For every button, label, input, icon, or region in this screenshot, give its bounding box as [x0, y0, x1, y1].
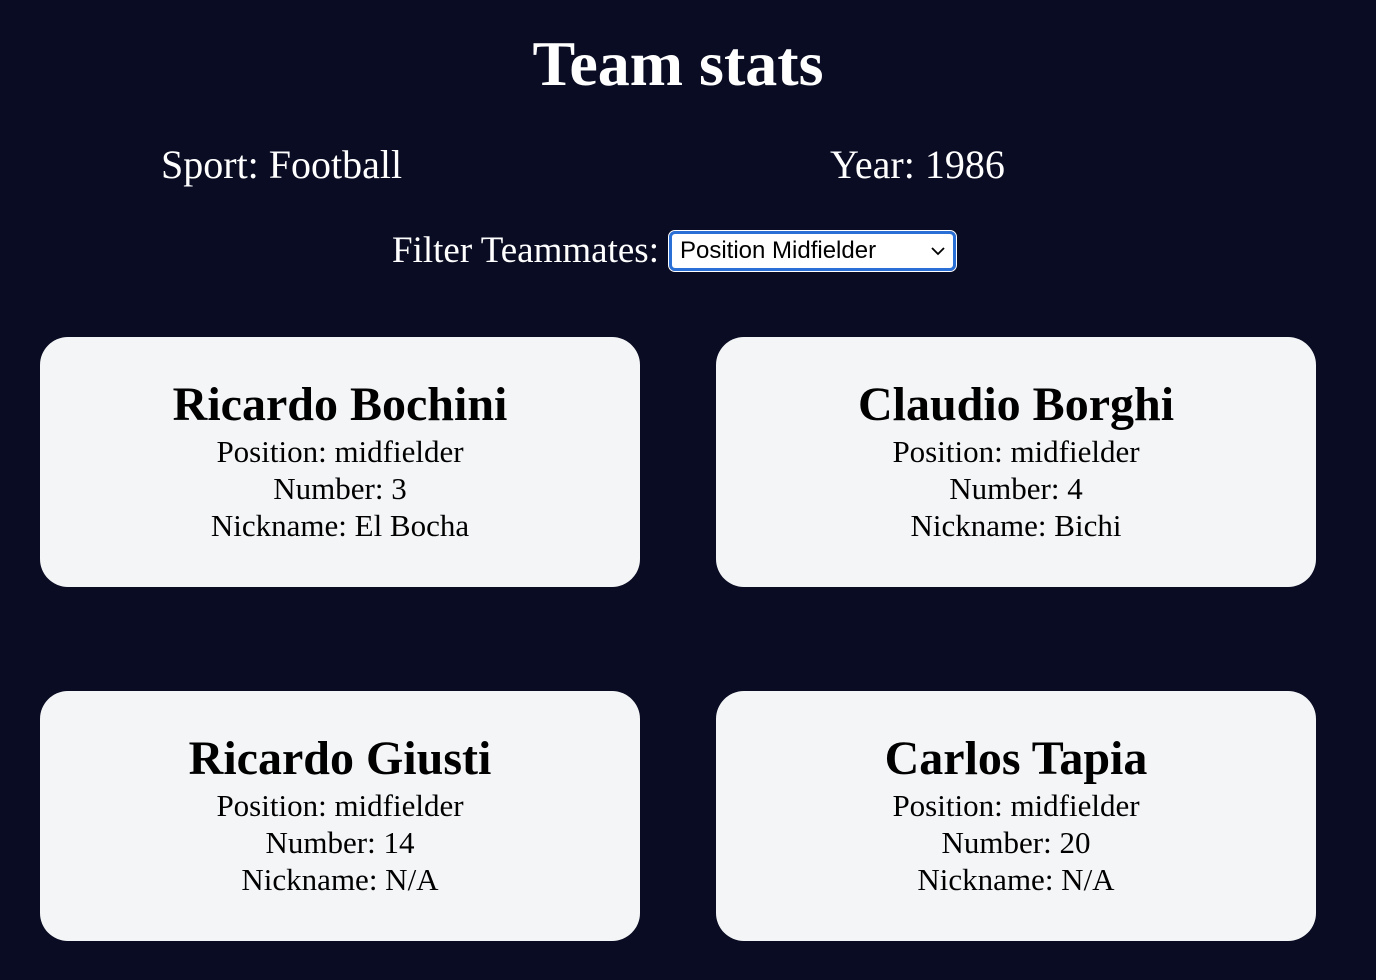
player-card: Claudio Borghi Position: midfielder Numb…	[716, 337, 1316, 587]
filter-select[interactable]: Position Midfielder	[667, 230, 957, 272]
player-nickname: Nickname: N/A	[241, 862, 439, 897]
sport-label: Sport: Football	[161, 142, 403, 187]
player-card: Ricardo Giusti Position: midfielder Numb…	[40, 691, 640, 941]
player-name: Ricardo Giusti	[188, 732, 492, 785]
year-label: Year: 1986	[830, 142, 1005, 187]
player-card: Carlos Tapia Position: midfielder Number…	[716, 691, 1316, 941]
player-number: Number: 20	[941, 825, 1091, 860]
player-card: Ricardo Bochini Position: midfielder Num…	[40, 337, 640, 587]
filter-selected-value: Position Midfielder	[679, 237, 877, 264]
player-position: Position: midfielder	[216, 788, 464, 823]
player-name: Carlos Tapia	[884, 732, 1148, 785]
player-nickname: Nickname: El Bocha	[210, 508, 470, 543]
player-number: Number: 3	[273, 471, 407, 506]
player-nickname: Nickname: N/A	[917, 862, 1115, 897]
player-nickname: Nickname: Bichi	[910, 508, 1122, 543]
player-number: Number: 14	[265, 825, 415, 860]
player-number: Number: 4	[949, 471, 1083, 506]
player-position: Position: midfielder	[892, 788, 1140, 823]
player-position: Position: midfielder	[216, 434, 464, 469]
filter-row: Filter Teammates: Position Midfielder	[392, 226, 957, 276]
team-meta: Sport: Football Year: 1986	[0, 140, 1376, 190]
player-position: Position: midfielder	[892, 434, 1140, 469]
page-title: Team stats	[532, 28, 824, 99]
filter-label: Filter Teammates:	[392, 230, 659, 271]
chevron-down-icon	[931, 244, 945, 258]
player-name: Claudio Borghi	[857, 378, 1175, 431]
player-name: Ricardo Bochini	[172, 378, 508, 431]
